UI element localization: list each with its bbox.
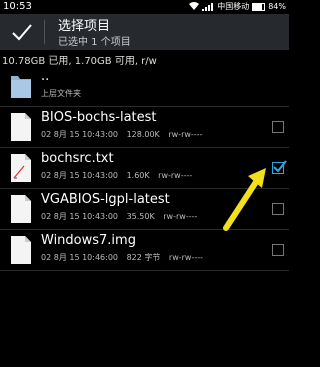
storage-info: 10.78GB 已用, 1.70GB 可用, r/w bbox=[2, 56, 157, 67]
actionbar-subtitle: 已选中 1 个项目 bbox=[58, 37, 131, 48]
file-permissions: rw-rw---- bbox=[158, 171, 193, 180]
list-item-file[interactable]: Windows7.img 02 8月 15 10:46:00 822 字节 rw… bbox=[0, 230, 289, 271]
file-size: 128.00K bbox=[126, 130, 160, 139]
checkmark-icon bbox=[12, 24, 32, 41]
wifi-icon bbox=[189, 1, 200, 12]
selection-action-bar: 选择项目 已选中 1 个项目 bbox=[0, 14, 289, 50]
status-battery: 84% bbox=[268, 2, 286, 11]
folder-icon bbox=[11, 76, 31, 98]
file-meta: 02 8月 15 10:46:00 822 字节 rw-rw---- bbox=[41, 252, 209, 263]
checkbox-check-icon bbox=[273, 160, 287, 173]
file-icon bbox=[11, 113, 31, 141]
file-icon bbox=[11, 195, 31, 223]
file-size: 822 字节 bbox=[126, 253, 161, 262]
select-checkbox[interactable] bbox=[272, 244, 284, 256]
file-meta: 02 8月 15 10:43:00 128.00K rw-rw---- bbox=[41, 129, 208, 140]
file-date: 上层文件夹 bbox=[41, 89, 81, 98]
file-size: 35.50K bbox=[126, 212, 155, 221]
file-meta: 上层文件夹 bbox=[41, 88, 87, 99]
done-button[interactable] bbox=[0, 14, 44, 50]
status-time: 10:53 bbox=[3, 1, 32, 12]
file-date: 02 8月 15 10:46:00 bbox=[41, 253, 119, 262]
status-carrier: 中国移动 bbox=[217, 2, 250, 11]
file-meta: 02 8月 15 10:43:00 1.60K rw-rw---- bbox=[41, 170, 198, 181]
text-file-icon bbox=[11, 154, 31, 182]
file-name: BIOS-bochs-latest bbox=[41, 110, 157, 125]
list-item-parent-folder[interactable]: .. 上层文件夹 bbox=[0, 66, 289, 107]
actionbar-title: 选择项目 bbox=[58, 19, 111, 34]
file-date: 02 8月 15 10:43:00 bbox=[41, 130, 119, 139]
file-permissions: rw-rw---- bbox=[168, 253, 204, 262]
select-checkbox-checked[interactable] bbox=[272, 160, 287, 174]
status-right: 中国移动 84% bbox=[189, 1, 286, 12]
file-size: 1.60K bbox=[126, 171, 150, 180]
file-date: 02 8月 15 10:43:00 bbox=[41, 212, 119, 221]
file-meta: 02 8月 15 10:43:00 35.50K rw-rw---- bbox=[41, 211, 203, 222]
actionbar-divider bbox=[44, 20, 45, 44]
signal-icon bbox=[202, 2, 214, 11]
annotation-arrow-icon bbox=[223, 168, 266, 231]
file-name: VGABIOS-lgpl-latest bbox=[41, 192, 170, 207]
file-icon bbox=[11, 236, 31, 264]
file-permissions: rw-rw---- bbox=[163, 212, 198, 221]
file-name: Windows7.img bbox=[41, 233, 136, 248]
status-bar: 10:53 中国移动 84% bbox=[0, 0, 289, 14]
list-item-file[interactable]: BIOS-bochs-latest 02 8月 15 10:43:00 128.… bbox=[0, 107, 289, 148]
select-checkbox[interactable] bbox=[272, 203, 284, 215]
select-checkbox[interactable] bbox=[272, 121, 284, 133]
file-date: 02 8月 15 10:43:00 bbox=[41, 171, 119, 180]
file-name: .. bbox=[41, 69, 50, 84]
file-name: bochsrc.txt bbox=[41, 151, 114, 166]
battery-icon bbox=[252, 2, 266, 11]
file-permissions: rw-rw---- bbox=[168, 130, 203, 139]
